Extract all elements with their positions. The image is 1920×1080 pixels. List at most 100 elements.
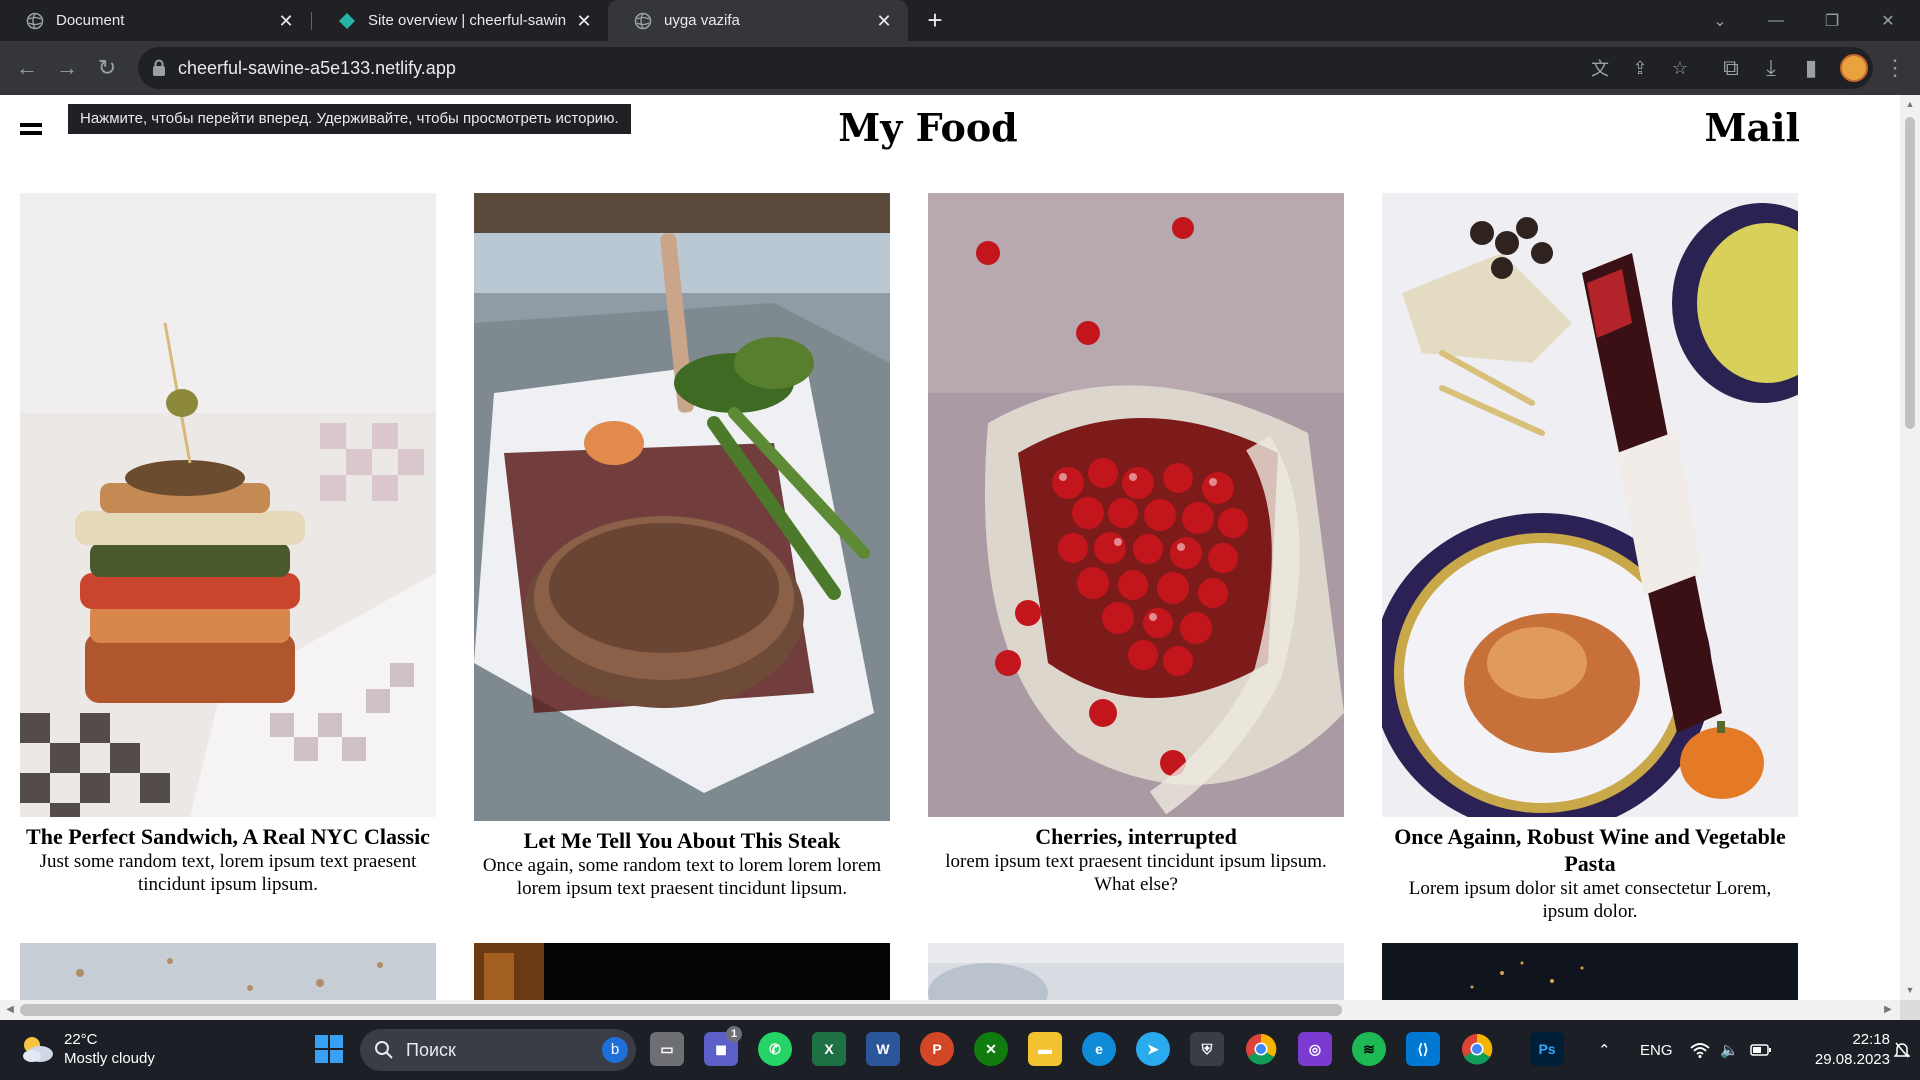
xbox-icon[interactable]: ✕	[974, 1032, 1008, 1066]
tab-title: uyga vazifa	[664, 12, 740, 29]
tab-search-chevron-icon[interactable]: ⌄	[1692, 0, 1748, 41]
windows-taskbar: 22°C Mostly cloudy Поиск b ▭ ◼ 1 ✆ X W P …	[0, 1020, 1920, 1080]
forward-button[interactable]: →	[52, 53, 82, 83]
cloudy-weather-icon	[23, 1037, 53, 1062]
word-icon[interactable]: W	[866, 1032, 900, 1066]
card-title[interactable]: Let Me Tell You About This Steak	[474, 827, 890, 854]
hamburger-menu-icon[interactable]	[20, 123, 42, 135]
bing-icon[interactable]: b	[602, 1037, 628, 1063]
whatsapp-icon[interactable]: ✆	[758, 1032, 792, 1066]
food-card-image-partial	[1382, 943, 1798, 1000]
scroll-right-arrow-icon[interactable]: ▶	[1882, 1004, 1894, 1016]
share-icon[interactable]: ⇪	[1628, 56, 1652, 80]
tab-title: Document	[56, 12, 125, 29]
card-description: Just some random text, lorem ipsum text …	[39, 851, 417, 895]
horizontal-scroll-thumb[interactable]	[20, 1004, 1342, 1016]
profile-avatar[interactable]	[1840, 54, 1868, 82]
tray-overflow-chevron-icon[interactable]: ⌃	[1598, 1020, 1611, 1080]
new-tab-button[interactable]: +	[922, 7, 948, 34]
clock-date: 29.08.2023	[1814, 1051, 1890, 1068]
scroll-down-arrow-icon[interactable]: ▼	[1905, 985, 1915, 995]
food-card[interactable]: The Perfect Sandwich, A Real NYC Classic…	[20, 193, 436, 896]
bookmark-star-icon[interactable]: ☆	[1668, 56, 1692, 80]
vertical-scrollbar[interactable]: ▲ ▼	[1900, 95, 1920, 1000]
card-description: lorem ipsum text praesent tincidunt ipsu…	[945, 851, 1327, 895]
address-bar[interactable]: cheerful-sawine-a5e133.netlify.app 文 ⇪ ☆	[138, 47, 1873, 89]
photoshop-icon[interactable]: Ps	[1530, 1032, 1564, 1066]
wifi-icon[interactable]	[1690, 1020, 1710, 1080]
tab-site-overview[interactable]: Site overview | cheerful-sawine-a ✕	[312, 0, 608, 41]
food-card[interactable]: Let Me Tell You About This Steak Once ag…	[474, 193, 890, 900]
forward-button-tooltip: Нажмите, чтобы перейти вперед. Удерживай…	[68, 104, 631, 134]
world-of-tanks-icon[interactable]: ⛨	[1190, 1032, 1224, 1066]
edge-browser-icon[interactable]: e	[1082, 1032, 1116, 1066]
translate-icon[interactable]: 文	[1588, 56, 1612, 80]
scrollbar-corner	[1900, 1000, 1920, 1020]
battery-icon[interactable]	[1750, 1020, 1772, 1080]
excel-icon[interactable]: X	[812, 1032, 846, 1066]
file-explorer-icon[interactable]: ▬	[1028, 1032, 1062, 1066]
download-icon[interactable]: ⤓	[1756, 53, 1786, 83]
side-panel-icon[interactable]: ▮	[1796, 53, 1826, 83]
weather-condition: Mostly cloudy	[64, 1050, 155, 1067]
volume-icon[interactable]: 🔈	[1720, 1020, 1739, 1080]
input-language[interactable]: ENG	[1640, 1020, 1673, 1080]
close-tab-icon[interactable]: ✕	[276, 11, 296, 31]
chrome-active-icon[interactable]	[1460, 1032, 1494, 1066]
food-card[interactable]: Once Againn, Robust Wine and Vegetable P…	[1382, 193, 1798, 923]
nav-mail-link[interactable]: Mail	[1690, 105, 1800, 150]
browser-toolbar: ← → ↻ cheerful-sawine-a5e133.netlify.app…	[0, 41, 1920, 95]
restore-button[interactable]: ❐	[1804, 0, 1860, 41]
weather-widget[interactable]: 22°C Mostly cloudy	[20, 1030, 155, 1068]
cherries-photo	[928, 193, 1344, 817]
search-placeholder: Поиск	[406, 1039, 456, 1060]
horizontal-scrollbar[interactable]: ◀ ▶	[0, 1000, 1900, 1020]
tab-strip: Document ✕ Site overview | cheerful-sawi…	[0, 0, 1920, 41]
card-description: Lorem ipsum dolor sit amet consectetur L…	[1408, 878, 1772, 922]
scroll-left-arrow-icon[interactable]: ◀	[4, 1004, 16, 1016]
minimize-button[interactable]: —	[1748, 0, 1804, 41]
extensions-icon[interactable]: ⧉	[1716, 53, 1746, 83]
back-button[interactable]: ←	[12, 53, 42, 83]
windows-start-icon[interactable]	[312, 1032, 346, 1066]
card-title[interactable]: Once Againn, Robust Wine and Vegetable P…	[1382, 823, 1798, 877]
page-viewport: My Food Mail The Perfect Sandwich, A Rea…	[0, 95, 1900, 1000]
wine-pasta-photo	[1382, 193, 1798, 817]
food-card[interactable]: Cherries, interrupted lorem ipsum text p…	[928, 193, 1344, 896]
steak-photo	[474, 193, 890, 821]
card-title[interactable]: The Perfect Sandwich, A Real NYC Classic	[20, 823, 436, 850]
globe-icon	[634, 12, 652, 29]
close-tab-icon[interactable]: ✕	[874, 11, 894, 31]
close-window-button[interactable]: ✕	[1860, 0, 1916, 41]
reload-button[interactable]: ↻	[92, 53, 122, 83]
vertical-scroll-thumb[interactable]	[1905, 117, 1915, 429]
tab-title: Site overview | cheerful-sawine-a	[368, 12, 566, 29]
telegram-icon[interactable]: ➤	[1136, 1032, 1170, 1066]
globe-icon	[26, 12, 44, 29]
url-text: cheerful-sawine-a5e133.netlify.app	[178, 58, 456, 78]
chat-badge: 1	[726, 1026, 742, 1042]
scroll-up-arrow-icon[interactable]: ▲	[1905, 99, 1915, 109]
tab-document[interactable]: Document ✕	[0, 0, 310, 41]
teams-chat-icon[interactable]: ◼ 1	[704, 1026, 742, 1066]
sandwich-photo	[20, 193, 436, 817]
system-clock[interactable]: 22:18 29.08.2023	[1780, 1030, 1890, 1070]
menu-kebab-icon[interactable]: ⋮	[1880, 53, 1910, 83]
taskbar-search-box[interactable]: Поиск b	[360, 1029, 636, 1071]
instagram-app-icon[interactable]: ◎	[1298, 1032, 1332, 1066]
lock-icon[interactable]	[152, 59, 166, 77]
tab-uyga-vazifa[interactable]: uyga vazifa ✕	[608, 0, 908, 41]
search-icon	[375, 1041, 393, 1059]
food-card-image-partial	[474, 943, 890, 1000]
powerpoint-icon[interactable]: P	[920, 1032, 954, 1066]
notifications-icon[interactable]	[1894, 1020, 1910, 1080]
vscode-icon[interactable]: ⟨⟩	[1406, 1032, 1440, 1066]
close-tab-icon[interactable]: ✕	[574, 11, 594, 31]
weather-temperature: 22°C	[64, 1031, 98, 1048]
site-brand[interactable]: My Food	[800, 105, 1056, 150]
food-card-image-partial	[928, 943, 1344, 1000]
task-view-icon[interactable]: ▭	[650, 1032, 684, 1066]
card-title[interactable]: Cherries, interrupted	[928, 823, 1344, 850]
chrome-icon[interactable]	[1244, 1032, 1278, 1066]
spotify-icon[interactable]: ≋	[1352, 1032, 1386, 1066]
